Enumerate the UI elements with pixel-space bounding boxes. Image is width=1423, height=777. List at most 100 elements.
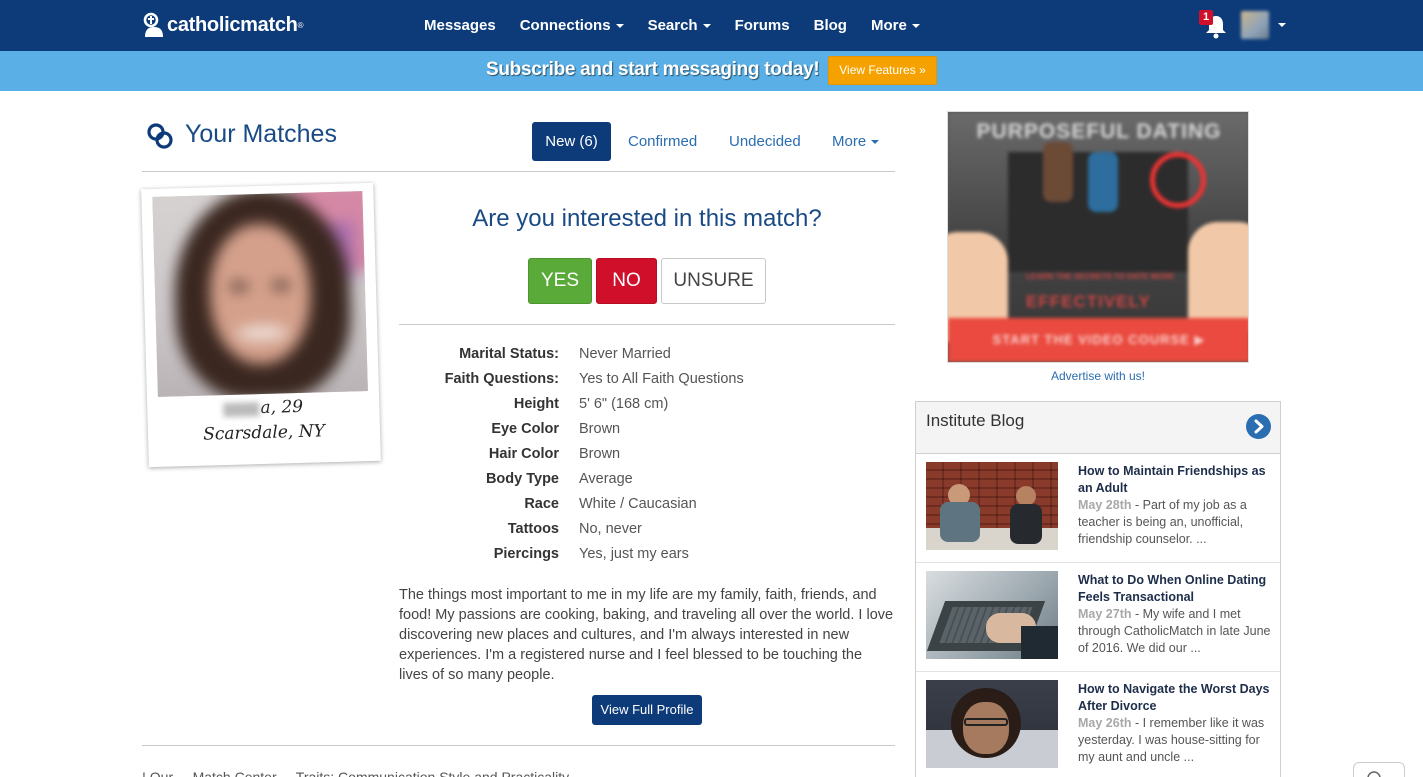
profile-age: a, 29 bbox=[260, 396, 304, 419]
profile-photo-card[interactable]: a, 29 Scarsdale, NY bbox=[141, 182, 381, 468]
bottom-divider bbox=[142, 745, 895, 746]
nav-connections-label: Connections bbox=[519, 17, 611, 34]
blog-item-title[interactable]: What to Do When Online Dating Feels Tran… bbox=[1078, 572, 1273, 606]
no-button[interactable]: NO bbox=[596, 258, 657, 304]
view-full-profile-button[interactable]: View Full Profile bbox=[592, 695, 702, 725]
details-divider bbox=[399, 324, 895, 325]
blog-item[interactable]: What to Do When Online Dating Feels Tran… bbox=[916, 563, 1280, 672]
nav-more-label: More bbox=[870, 17, 907, 34]
nav-blog[interactable]: Blog bbox=[802, 0, 859, 51]
ad-subtext: LEARN THE SECRETS TO DATE MORE bbox=[1026, 272, 1175, 281]
detail-label: Tattoos bbox=[507, 521, 559, 537]
nav-more[interactable]: More bbox=[859, 0, 932, 51]
detail-row: Race White / Caucasian bbox=[399, 494, 895, 519]
view-features-button[interactable]: View Features » bbox=[828, 56, 937, 85]
blog-header: Institute Blog bbox=[916, 402, 1280, 454]
site-logo[interactable]: catholicmatch ® bbox=[142, 11, 304, 39]
interest-question: Are you interested in this match? bbox=[472, 205, 822, 232]
notifications-button[interactable]: 1 bbox=[1199, 10, 1231, 40]
blog-text: How to Maintain Friendships as an Adult … bbox=[1078, 463, 1273, 548]
detail-label: Piercings bbox=[493, 546, 559, 562]
chat-widget-button[interactable] bbox=[1353, 762, 1405, 777]
ad-headline: EFFECTIVELY bbox=[1026, 292, 1151, 311]
blog-item-date: May 28th bbox=[1078, 498, 1132, 512]
chevron-down-icon bbox=[615, 24, 624, 29]
detail-value: Yes, just my ears bbox=[579, 546, 689, 562]
logo-text: catholicmatch bbox=[167, 13, 298, 36]
detail-label: Race bbox=[524, 496, 559, 512]
nav-messages[interactable]: Messages bbox=[412, 0, 508, 51]
notification-count-badge: 1 bbox=[1199, 10, 1213, 25]
unsure-button[interactable]: UNSURE bbox=[661, 258, 766, 304]
tab-confirmed[interactable]: Confirmed bbox=[628, 122, 697, 161]
logo-icon bbox=[143, 12, 163, 37]
detail-value: No, never bbox=[579, 521, 642, 537]
blog-thumbnail bbox=[926, 680, 1058, 768]
profile-details: Marital Status: Never Married Faith Quest… bbox=[399, 344, 895, 569]
profile-bio: The things most important to me in my li… bbox=[399, 587, 894, 683]
detail-value: Average bbox=[579, 471, 633, 487]
detail-row: Hair Color Brown bbox=[399, 444, 895, 469]
subscribe-banner: Subscribe and start messaging today! Vie… bbox=[0, 51, 1423, 91]
detail-row: Piercings Yes, just my ears bbox=[399, 544, 895, 569]
detail-label: Body Type bbox=[485, 471, 559, 487]
ad-title: PURPOSEFUL DATING bbox=[976, 120, 1222, 143]
chat-icon bbox=[1367, 771, 1381, 777]
detail-value: Brown bbox=[579, 446, 621, 462]
blog-item[interactable]: How to Maintain Friendships as an Adult … bbox=[916, 454, 1280, 563]
ad-cta: START THE VIDEO COURSE ▶ bbox=[948, 318, 1248, 362]
yes-button[interactable]: YES bbox=[528, 258, 592, 304]
detail-row: Faith Questions: Yes to All Faith Questio… bbox=[399, 369, 895, 394]
advertise-link[interactable]: Advertise with us! bbox=[947, 369, 1249, 383]
blog-thumbnail bbox=[926, 462, 1058, 550]
blog-thumbnail bbox=[926, 571, 1058, 659]
detail-label: Eye Color bbox=[491, 421, 559, 437]
nav-forums[interactable]: Forums bbox=[723, 0, 802, 51]
detail-label: Height bbox=[513, 396, 559, 412]
detail-value: White / Caucasian bbox=[579, 496, 697, 512]
blog-item-title[interactable]: How to Maintain Friendships as an Adult bbox=[1078, 463, 1273, 497]
detail-value: Yes to All Faith Questions bbox=[579, 371, 744, 387]
chevron-down-icon bbox=[871, 140, 880, 145]
nav-search-label: Search bbox=[647, 17, 698, 34]
nav-search[interactable]: Search bbox=[636, 0, 723, 51]
profile-photo bbox=[152, 191, 368, 397]
blog-title: Institute Blog bbox=[926, 411, 1025, 430]
blog-item-title[interactable]: How to Navigate the Worst Days After Div… bbox=[1078, 681, 1273, 715]
institute-blog-panel: Institute Blog How to Maintain Friendshi… bbox=[915, 401, 1281, 777]
user-avatar[interactable] bbox=[1241, 11, 1269, 39]
nav-blog-label: Blog bbox=[813, 17, 847, 34]
nav-connections[interactable]: Connections bbox=[508, 0, 636, 51]
detail-value: Never Married bbox=[579, 346, 671, 362]
tab-new[interactable]: New (6) bbox=[532, 122, 611, 161]
blog-item[interactable]: How to Navigate the Worst Days After Div… bbox=[916, 672, 1280, 777]
bottom-teaser-text: ! Our ... Match Center ... Traits: Commu… bbox=[142, 769, 570, 777]
detail-value: Brown bbox=[579, 421, 621, 437]
detail-label: Faith Questions: bbox=[444, 371, 559, 387]
nav-messages-label: Messages bbox=[424, 17, 496, 34]
detail-value: 5' 6" (168 cm) bbox=[579, 396, 669, 412]
detail-row: Marital Status: Never Married bbox=[399, 344, 895, 369]
tab-more-label: More bbox=[832, 133, 867, 150]
blog-item-date: May 26th bbox=[1078, 716, 1132, 730]
blog-text: What to Do When Online Dating Feels Tran… bbox=[1078, 572, 1273, 657]
detail-row: Height 5' 6" (168 cm) bbox=[399, 394, 895, 419]
tab-undecided[interactable]: Undecided bbox=[729, 122, 801, 161]
chevron-down-icon[interactable] bbox=[1278, 23, 1286, 27]
tab-more[interactable]: More bbox=[832, 122, 880, 161]
subscribe-text: Subscribe and start messaging today! bbox=[486, 59, 820, 80]
detail-row: Tattoos No, never bbox=[399, 519, 895, 544]
chevron-down-icon bbox=[702, 24, 711, 29]
logo-registered: ® bbox=[297, 20, 304, 30]
nav-forums-label: Forums bbox=[734, 17, 790, 34]
blog-text: How to Navigate the Worst Days After Div… bbox=[1078, 681, 1273, 766]
chevron-right-icon[interactable] bbox=[1246, 414, 1271, 439]
chevron-down-icon bbox=[911, 24, 920, 29]
link-rings-icon bbox=[147, 123, 173, 149]
ad-banner[interactable]: PURPOSEFUL DATING LEARN THE SECRETS TO D… bbox=[947, 111, 1249, 363]
page-title: Your Matches bbox=[185, 120, 337, 148]
blurred-name bbox=[223, 401, 260, 417]
detail-row: Eye Color Brown bbox=[399, 419, 895, 444]
top-navbar: catholicmatch ® Messages Connections Sear… bbox=[0, 0, 1423, 51]
detail-label: Marital Status: bbox=[459, 346, 559, 362]
